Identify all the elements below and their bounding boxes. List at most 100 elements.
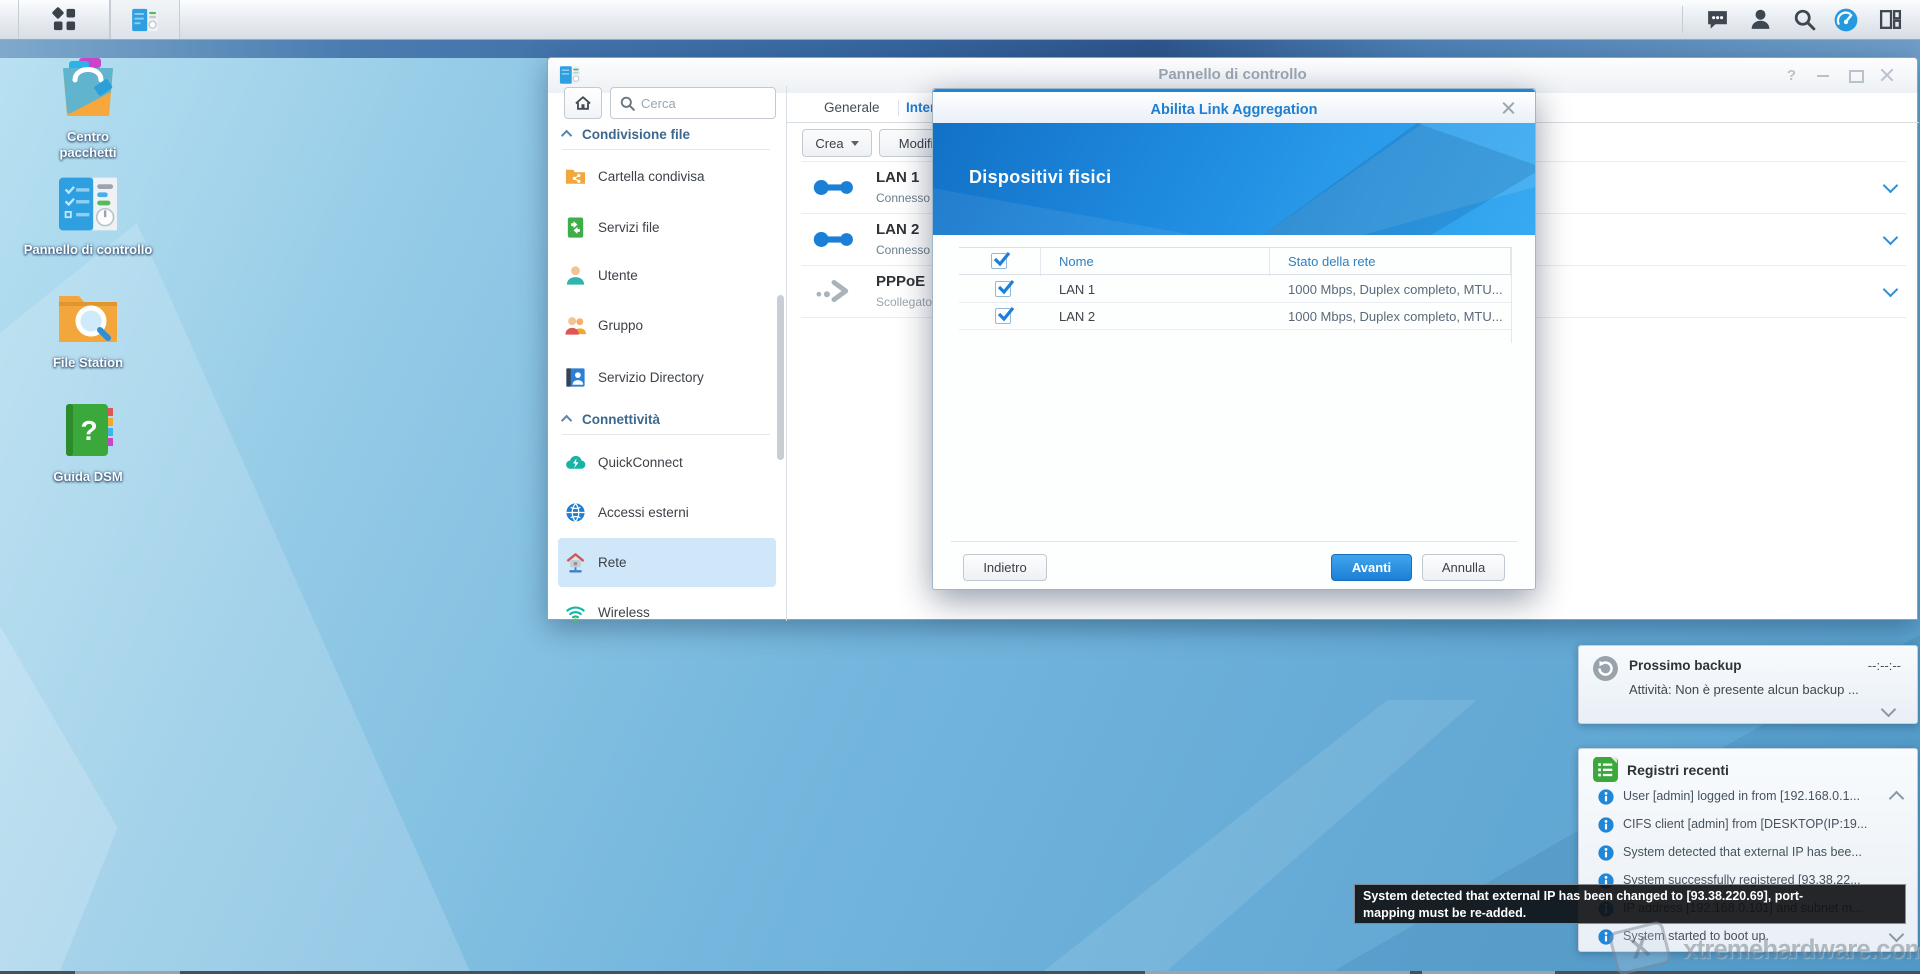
- sidebar-item-label: Servizi file: [598, 220, 660, 235]
- sidebar-item-external-access[interactable]: Accessi esterni: [548, 488, 786, 538]
- tooltip-line1: System detected that external IP has bee…: [1363, 888, 1897, 905]
- desktop-icon-dsm-help[interactable]: ? Guida DSM: [18, 400, 158, 485]
- create-button[interactable]: Crea: [802, 129, 872, 157]
- section-label: Condivisione file: [582, 127, 690, 142]
- chevron-down-icon[interactable]: [1883, 282, 1899, 298]
- close-button[interactable]: [1880, 68, 1895, 83]
- interface-name: PPPoE: [876, 273, 925, 290]
- shared-folder-icon: [564, 165, 587, 193]
- dsm-help-icon: ?: [58, 400, 118, 465]
- back-button[interactable]: Indietro: [963, 554, 1047, 581]
- cancel-button-label: Annulla: [1442, 560, 1485, 575]
- resource-monitor-button[interactable]: [1826, 0, 1866, 39]
- logs-widget-title: Registri recenti: [1627, 762, 1729, 778]
- wallpaper-top-band: [0, 40, 1920, 58]
- search-button[interactable]: [1784, 0, 1824, 39]
- link-aggregation-dialog: Abilita Link Aggregation Dispositivi fis…: [932, 88, 1536, 590]
- sidebar-section-connectivity[interactable]: Connettività: [564, 408, 660, 430]
- home-button[interactable]: [564, 87, 602, 119]
- tooltip-line2: mapping must be re-added.: [1363, 905, 1897, 922]
- user-menu-button[interactable]: [1740, 0, 1780, 39]
- file-services-icon: [564, 216, 587, 244]
- sidebar-scrollbar[interactable]: [777, 295, 784, 460]
- sidebar-item-label: Gruppo: [598, 318, 643, 333]
- back-button-label: Indietro: [983, 560, 1026, 575]
- sidebar-item-quickconnect[interactable]: QuickConnect: [548, 438, 786, 488]
- chevron-down-icon[interactable]: [1881, 702, 1897, 718]
- info-icon: [1598, 845, 1614, 866]
- external-access-icon: [564, 501, 587, 529]
- sidebar-item-directory-service[interactable]: Servizio Directory: [548, 353, 786, 403]
- dialog-close-icon[interactable]: [1501, 101, 1516, 116]
- sidebar-item-user[interactable]: Utente: [548, 251, 786, 301]
- chevron-down-icon[interactable]: [1883, 178, 1899, 194]
- status-column-header-cell[interactable]: Stato della rete: [1270, 248, 1511, 276]
- log-entry[interactable]: CIFS client [admin] from [DESKTOP(IP:19.…: [1579, 811, 1917, 839]
- chevron-down-icon[interactable]: [1883, 230, 1899, 246]
- tab-divider: [898, 100, 899, 116]
- sidebar-separator: [562, 434, 770, 435]
- apps-grid-icon: [51, 6, 78, 33]
- log-entry[interactable]: User [admin] logged in from [192.168.0.1…: [1579, 783, 1917, 811]
- backup-widget: Prossimo backup --:--:-- Attività: Non è…: [1578, 645, 1918, 724]
- name-column-header: Nome: [1059, 254, 1094, 269]
- backup-icon: [1592, 655, 1619, 687]
- backup-widget-title: Prossimo backup: [1629, 658, 1742, 673]
- network-icon: [564, 551, 587, 579]
- desktop-icon-label: Centro pacchetti: [42, 129, 134, 161]
- chevron-up-icon[interactable]: [1889, 791, 1905, 807]
- window-title: Pannello di controllo: [548, 66, 1917, 83]
- sidebar-item-file-services[interactable]: Servizi file: [548, 203, 786, 253]
- tab-general[interactable]: Generale: [824, 100, 880, 115]
- caret-down-icon: [851, 141, 859, 146]
- desktop-icon-label: File Station: [38, 355, 138, 371]
- table-right-border: [1511, 247, 1512, 343]
- device-row-lan1[interactable]: LAN 1 1000 Mbps, Duplex completo, MTU...: [959, 276, 1511, 303]
- dialog-title: Abilita Link Aggregation: [933, 102, 1535, 118]
- name-column-header-cell[interactable]: Nome: [1041, 248, 1270, 276]
- log-entry[interactable]: System detected that external IP has bee…: [1579, 839, 1917, 867]
- sidebar-item-shared-folder[interactable]: Cartella condivisa: [548, 152, 786, 202]
- control-panel-icon: [131, 6, 159, 34]
- user-silhouette-icon: [1748, 7, 1773, 32]
- lan1-checkbox[interactable]: [995, 281, 1011, 297]
- minimize-button[interactable]: [1816, 68, 1831, 83]
- desktop-icon-control-panel[interactable]: Pannello di controllo: [18, 175, 158, 258]
- sidebar-item-network[interactable]: Rete: [548, 538, 786, 588]
- maximize-button[interactable]: [1848, 68, 1863, 83]
- interface-name: LAN 1: [876, 169, 919, 186]
- device-name: LAN 1: [1059, 282, 1095, 297]
- taskbar-control-panel-task[interactable]: [110, 0, 180, 39]
- sidebar-section-file-sharing[interactable]: Condivisione file: [564, 123, 690, 145]
- dialog-footer-separator: [951, 541, 1517, 542]
- control-panel-icon: [56, 175, 120, 238]
- backup-activity: Attività: Non è presente alcun backup ..…: [1629, 682, 1859, 697]
- dialog-step-title: Dispositivi fisici: [969, 167, 1111, 188]
- select-all-cell: [959, 248, 1041, 276]
- table-header-row: Nome Stato della rete: [959, 247, 1511, 275]
- cancel-button[interactable]: Annulla: [1422, 554, 1505, 581]
- taskbar-divider: [1682, 6, 1683, 33]
- sidebar-item-wireless[interactable]: Wireless: [548, 588, 786, 621]
- select-all-checkbox[interactable]: [991, 253, 1007, 269]
- widgets-panel-icon: [1878, 7, 1903, 32]
- lan2-checkbox[interactable]: [995, 308, 1011, 324]
- sidebar: Condivisione file Cartella condivisa: [548, 123, 786, 621]
- widgets-button[interactable]: [1870, 0, 1910, 39]
- main-menu-button[interactable]: [18, 0, 110, 39]
- notifications-button[interactable]: [1697, 0, 1737, 39]
- next-button[interactable]: Avanti: [1331, 554, 1412, 581]
- sidebar-item-label: Servizio Directory: [598, 370, 704, 385]
- desktop-icon-package-center[interactable]: Centro pacchetti: [18, 56, 158, 161]
- interface-status: Connesso: [876, 243, 930, 257]
- package-center-icon: [55, 56, 121, 125]
- sidebar-item-group[interactable]: Gruppo: [548, 301, 786, 351]
- desktop-icon-file-station[interactable]: File Station: [18, 288, 158, 371]
- device-name: LAN 2: [1059, 309, 1095, 324]
- search-input[interactable]: [641, 89, 771, 117]
- help-button[interactable]: ?: [1784, 68, 1799, 83]
- device-status: 1000 Mbps, Duplex completo, MTU...: [1288, 309, 1508, 324]
- device-row-lan2[interactable]: LAN 2 1000 Mbps, Duplex completo, MTU...: [959, 303, 1511, 330]
- dialog-titlebar[interactable]: Abilita Link Aggregation: [933, 92, 1535, 123]
- sidebar-item-label: Utente: [598, 268, 638, 283]
